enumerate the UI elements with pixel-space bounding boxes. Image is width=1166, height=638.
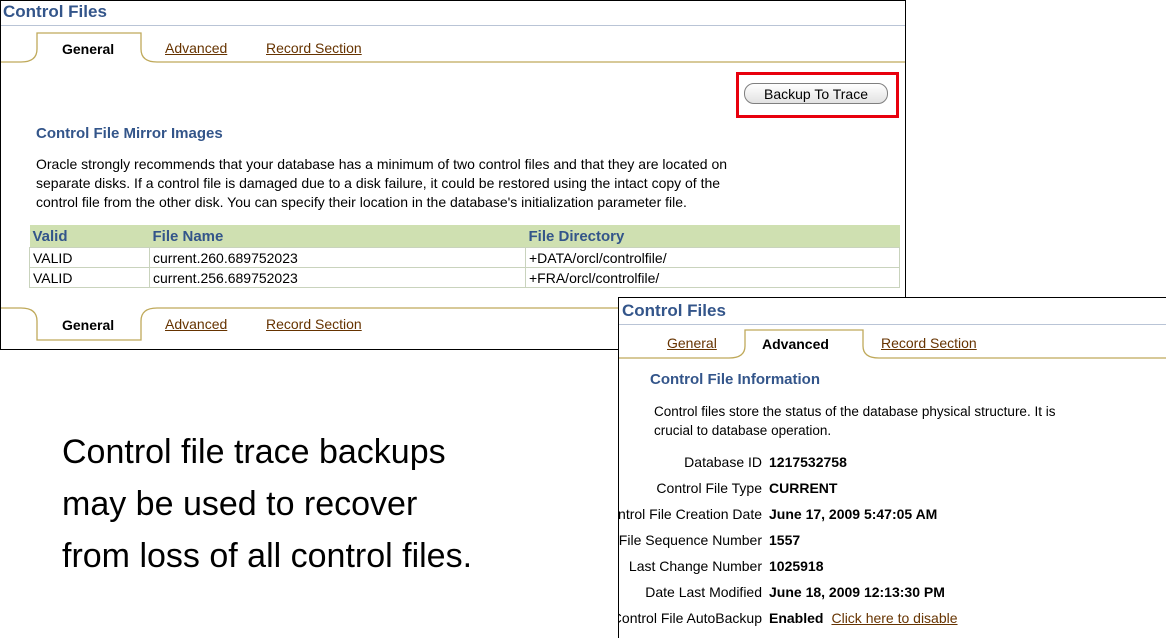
field-label: Database ID: [684, 454, 762, 470]
paragraph-line: crucial to database operation.: [654, 423, 832, 438]
field-creation-date: Control File Creation Date June 17, 2009…: [619, 502, 1159, 526]
field-database-id: Database ID 1217532758: [619, 450, 1159, 474]
field-sequence-number: Control File Sequence Number 1557: [619, 528, 1159, 552]
autobackup-status: Enabled: [769, 610, 824, 626]
info-description: Control files store the status of the da…: [654, 402, 1166, 440]
field-label: Control File Creation Date: [618, 506, 762, 522]
field-autobackup: Control File AutoBackup Enabled Click her…: [619, 606, 1159, 630]
paragraph-line: Control files store the status of the da…: [654, 404, 1056, 419]
bottom-tab-general[interactable]: General: [62, 317, 114, 333]
caption-line: Control file trace backups: [62, 433, 446, 471]
disable-autobackup-link[interactable]: Click here to disable: [831, 610, 957, 626]
field-label: Control File Sequence Number: [618, 532, 762, 548]
column-header-valid: Valid: [29, 225, 150, 248]
paragraph-line: control file from the other disk. You ca…: [36, 194, 687, 210]
cell-valid: VALID: [29, 247, 150, 268]
column-header-file-directory: File Directory: [525, 225, 900, 248]
tab-advanced[interactable]: Advanced: [762, 336, 829, 352]
field-value: June 18, 2009 12:13:30 PM: [769, 584, 945, 600]
field-label: Control File AutoBackup: [618, 610, 762, 626]
caption-line: from loss of all control files.: [62, 537, 473, 575]
field-last-change-number: Last Change Number 1025918: [619, 554, 1159, 578]
field-date-last-modified: Date Last Modified June 18, 2009 12:13:3…: [619, 580, 1159, 604]
section-title: Control File Mirror Images: [36, 125, 223, 142]
field-value: 1025918: [769, 558, 824, 574]
control-files-advanced-panel: Control Files General Advanced Record Se…: [618, 297, 1166, 638]
caption-line: may be used to recover: [62, 485, 418, 523]
table-row: VALID current.260.689752023 +DATA/orcl/c…: [29, 247, 900, 268]
field-value: 1217532758: [769, 454, 847, 470]
field-label: Last Change Number: [628, 558, 762, 574]
tab-record-section[interactable]: Record Section: [881, 335, 977, 351]
title-rule: [1, 25, 905, 26]
title-rule: [619, 324, 1166, 325]
backup-to-trace-button[interactable]: Backup To Trace: [744, 83, 888, 104]
mirror-images-table: Valid File Name File Directory VALID cur…: [29, 225, 900, 288]
field-value: CURRENT: [769, 480, 838, 496]
column-header-file-name: File Name: [149, 225, 526, 248]
panel-title: Control Files: [622, 301, 726, 320]
paragraph-line: separate disks. If a control file is dam…: [36, 175, 721, 191]
bottom-tab-advanced[interactable]: Advanced: [165, 316, 227, 332]
tab-record-section[interactable]: Record Section: [266, 40, 362, 56]
table-row: VALID current.256.689752023 +FRA/orcl/co…: [29, 267, 900, 288]
tab-general[interactable]: General: [667, 335, 717, 351]
paragraph-line: Oracle strongly recommends that your dat…: [36, 156, 728, 172]
cell-file-directory: +DATA/orcl/controlfile/: [525, 247, 900, 268]
recommendation-text: Oracle strongly recommends that your dat…: [36, 155, 904, 212]
tab-general[interactable]: General: [62, 41, 114, 57]
table-header-row: Valid File Name File Directory: [29, 225, 900, 248]
cell-file-directory: +FRA/orcl/controlfile/: [525, 267, 900, 288]
slide-caption: Control file trace backups may be used t…: [62, 426, 472, 582]
section-title: Control File Information: [650, 371, 820, 388]
panel-title: Control Files: [3, 2, 107, 21]
field-value: 1557: [769, 532, 801, 548]
field-control-file-type: Control File Type CURRENT: [619, 476, 1159, 500]
field-value: June 17, 2009 5:47:05 AM: [769, 506, 938, 522]
field-label: Date Last Modified: [645, 584, 762, 600]
tab-bar-top: [1, 32, 905, 63]
tab-advanced[interactable]: Advanced: [165, 40, 227, 56]
cell-file-name: current.256.689752023: [149, 267, 526, 288]
field-value: Enabled Click here to disable: [769, 606, 958, 630]
field-label: Control File Type: [656, 480, 762, 496]
bottom-tab-record-section[interactable]: Record Section: [266, 316, 362, 332]
cell-file-name: current.260.689752023: [149, 247, 526, 268]
cell-valid: VALID: [29, 267, 150, 288]
